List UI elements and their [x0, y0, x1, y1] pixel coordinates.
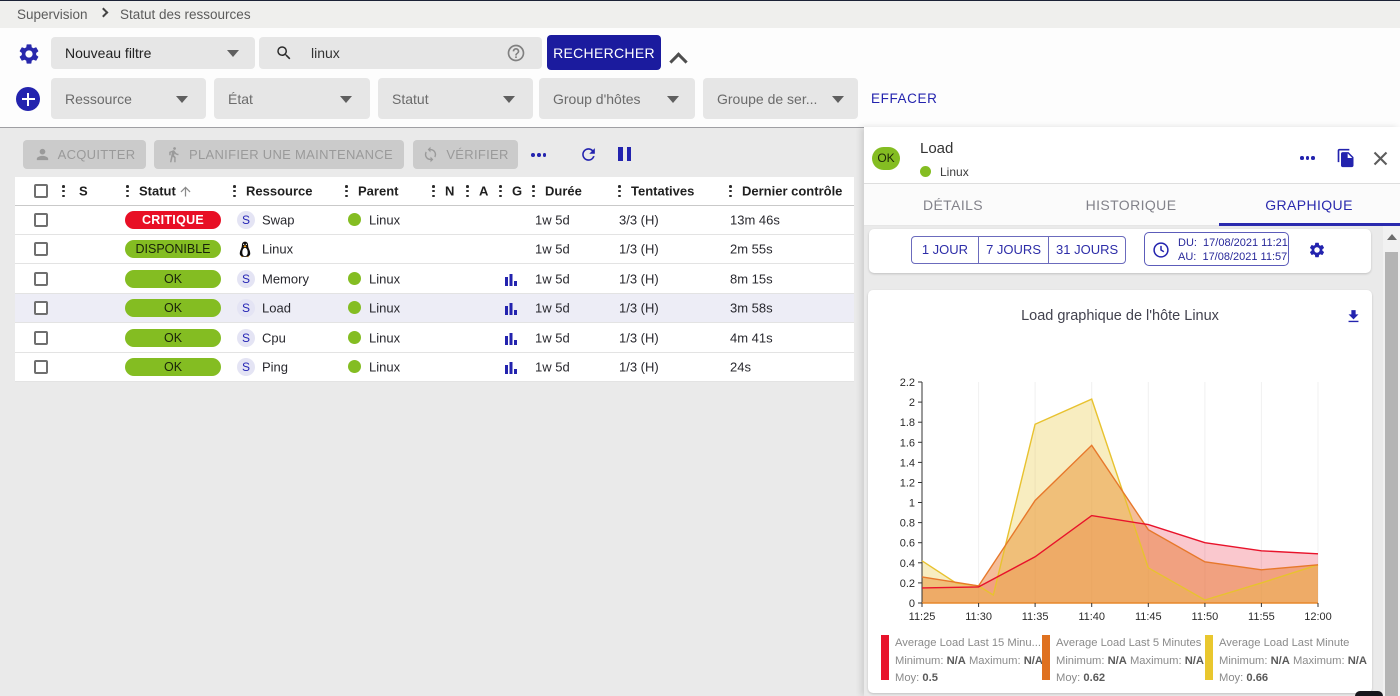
svg-text:11:35: 11:35: [1022, 611, 1049, 620]
svg-text:0.8: 0.8: [900, 518, 915, 530]
svg-text:0.4: 0.4: [900, 558, 915, 570]
svg-text:0: 0: [909, 598, 915, 610]
svg-text:2: 2: [909, 397, 915, 409]
svg-text:1.4: 1.4: [900, 457, 915, 469]
svg-text:12:00: 12:00: [1304, 611, 1332, 620]
svg-text:1.2: 1.2: [900, 478, 915, 490]
svg-text:11:25: 11:25: [909, 611, 936, 620]
svg-text:2.2: 2.2: [900, 377, 915, 389]
svg-text:0.6: 0.6: [900, 538, 915, 550]
svg-text:11:40: 11:40: [1078, 611, 1105, 620]
svg-text:1.8: 1.8: [900, 417, 915, 429]
svg-text:1.6: 1.6: [900, 437, 915, 449]
svg-text:11:50: 11:50: [1192, 611, 1219, 620]
svg-text:1: 1: [909, 498, 915, 510]
svg-text:11:55: 11:55: [1248, 611, 1275, 620]
svg-text:11:45: 11:45: [1135, 611, 1162, 620]
svg-text:0.2: 0.2: [900, 578, 915, 590]
svg-text:11:30: 11:30: [965, 611, 992, 620]
